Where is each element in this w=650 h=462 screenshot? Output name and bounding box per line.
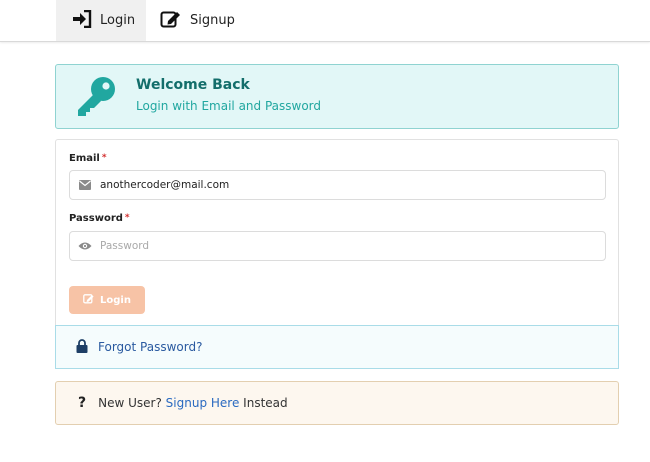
email-label-text: Email [69,153,100,164]
tab-signup-label: Signup [190,13,235,28]
login-form: Email * anothercoder@mail.com Password * P… [55,139,619,326]
email-field[interactable]: anothercoder@mail.com [69,170,606,200]
new-user-suffix: Instead [243,396,288,410]
forgot-password-link[interactable]: Forgot Password? [98,340,202,354]
top-navbar: Login Signup [0,0,650,42]
password-label: Password * [69,213,130,224]
password-placeholder: Password [100,240,150,252]
sign-in-icon [72,9,100,32]
key-icon [74,75,118,123]
tab-signup[interactable]: Signup [146,0,246,41]
welcome-message: Welcome Back Login with Email and Passwo… [55,64,619,129]
login-button-label: Login [100,294,131,306]
new-user-message: ? New User? Signup Here Instead [55,381,619,425]
welcome-subtitle: Login with Email and Password [136,99,322,113]
eye-icon[interactable] [70,232,100,260]
signup-here-link[interactable]: Signup Here [166,396,240,410]
envelope-icon [70,171,100,199]
welcome-title: Welcome Back [136,77,250,93]
email-value: anothercoder@mail.com [100,179,230,191]
new-user-prefix: New User? [98,396,162,410]
required-mark: * [124,213,130,223]
forgot-password-bar[interactable]: Forgot Password? [55,325,619,369]
required-mark: * [101,153,107,163]
edit-icon [83,293,100,307]
email-label: Email * [69,153,107,164]
password-field[interactable]: Password [69,231,606,261]
edit-icon [160,9,190,33]
password-label-text: Password [69,213,123,224]
tab-login-label: Login [100,13,136,28]
tab-login[interactable]: Login [56,0,146,41]
login-button[interactable]: Login [69,286,145,314]
lock-icon [76,338,88,357]
question-icon: ? [78,395,87,411]
